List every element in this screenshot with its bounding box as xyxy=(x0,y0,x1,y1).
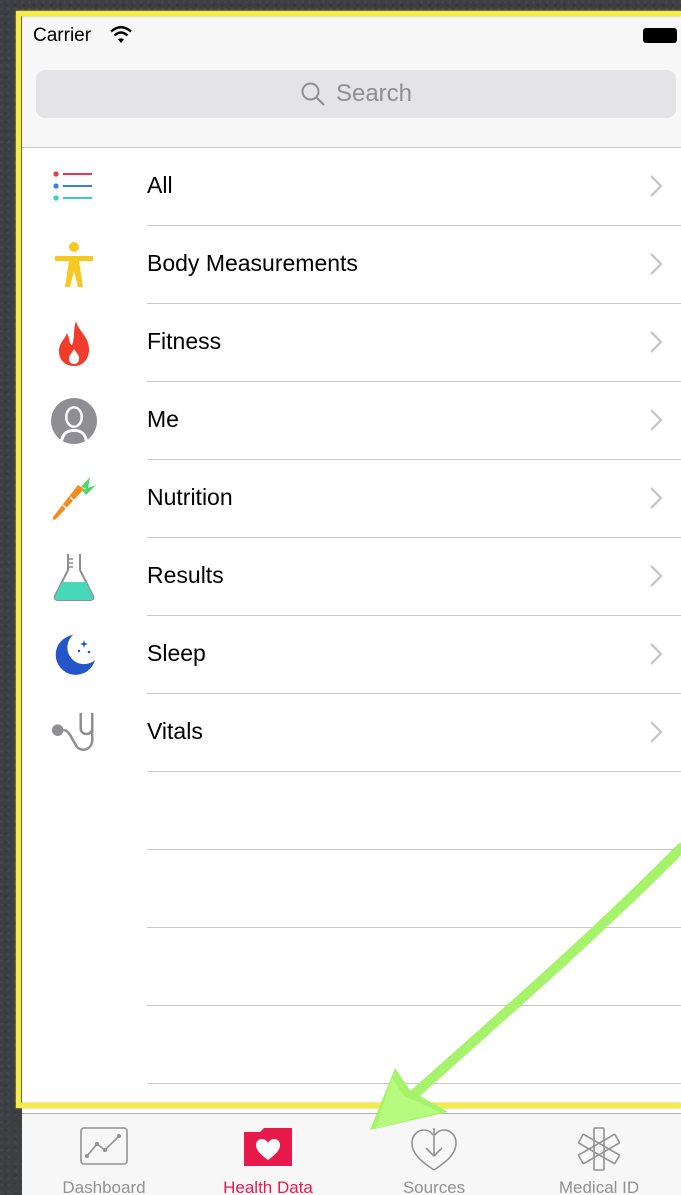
stethoscope-icon xyxy=(50,709,98,757)
download-heart-icon xyxy=(409,1126,459,1177)
heart-folder-icon xyxy=(242,1126,294,1173)
chart-icon xyxy=(79,1126,129,1171)
category-row-vitals[interactable]: Vitals xyxy=(22,694,681,772)
category-label: Nutrition xyxy=(147,484,233,510)
status-bar: Carrier xyxy=(22,16,681,56)
tab-sources[interactable]: Sources xyxy=(352,1114,516,1195)
carrot-icon xyxy=(50,475,98,523)
moon-icon xyxy=(50,631,98,679)
tab-dashboard[interactable]: Dashboard xyxy=(22,1114,186,1195)
empty-row xyxy=(22,772,681,850)
empty-row xyxy=(22,928,681,1006)
chevron-right-icon xyxy=(649,330,663,359)
tab-health-data[interactable]: Health Data xyxy=(186,1114,350,1195)
empty-row xyxy=(22,850,681,928)
tab-label: Health Data xyxy=(223,1178,313,1195)
category-list: All Body Measurements Fitness Me Nutriti… xyxy=(22,148,681,1084)
search-placeholder: Search xyxy=(335,80,413,107)
tab-bar: Dashboard Health Data Sources Medical ID xyxy=(22,1113,681,1195)
search-icon xyxy=(301,82,325,106)
tab-label: Medical ID xyxy=(558,1178,640,1195)
category-label: All xyxy=(147,172,173,198)
flask-icon xyxy=(50,553,98,601)
category-row-fitness[interactable]: Fitness xyxy=(22,304,681,382)
wifi-icon xyxy=(110,26,132,50)
category-label: Results xyxy=(147,562,224,588)
battery-icon xyxy=(643,28,677,43)
tab-medical-id[interactable]: Medical ID xyxy=(517,1114,681,1195)
search-area: Search xyxy=(22,56,681,148)
chevron-right-icon xyxy=(649,252,663,281)
list-icon xyxy=(50,163,98,211)
chevron-right-icon xyxy=(649,720,663,749)
category-row-nutrition[interactable]: Nutrition xyxy=(22,460,681,538)
carrier-label: Carrier xyxy=(33,25,92,46)
chevron-right-icon xyxy=(649,408,663,437)
empty-row xyxy=(22,1006,681,1084)
category-row-results[interactable]: Results xyxy=(22,538,681,616)
category-row-all[interactable]: All xyxy=(22,148,681,226)
person-icon xyxy=(50,397,98,445)
search-input[interactable]: Search xyxy=(36,70,676,118)
tab-label: Dashboard xyxy=(62,1178,146,1195)
phone-screen: Carrier Search All Body Measurements Fit… xyxy=(22,16,681,1195)
category-label: Me xyxy=(147,406,179,432)
chevron-right-icon xyxy=(649,642,663,671)
chevron-right-icon xyxy=(649,564,663,593)
category-row-body-measurements[interactable]: Body Measurements xyxy=(22,226,681,304)
category-label: Sleep xyxy=(147,640,206,666)
tab-label: Sources xyxy=(402,1178,466,1195)
body-figure-icon xyxy=(50,241,98,289)
row-separator xyxy=(147,1083,681,1084)
asterisk-icon xyxy=(576,1126,622,1177)
category-row-sleep[interactable]: Sleep xyxy=(22,616,681,694)
chevron-right-icon xyxy=(649,486,663,515)
category-label: Vitals xyxy=(147,718,203,744)
category-label: Fitness xyxy=(147,328,222,354)
category-row-me[interactable]: Me xyxy=(22,382,681,460)
flame-icon xyxy=(50,319,98,367)
category-label: Body Measurements xyxy=(147,250,358,276)
chevron-right-icon xyxy=(649,174,663,203)
